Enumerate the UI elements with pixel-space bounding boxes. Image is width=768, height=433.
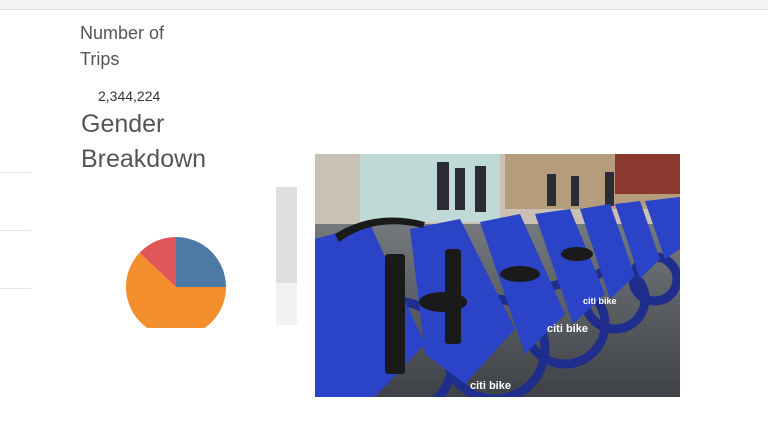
gender-pie-svg [126,237,226,328]
citibike-logo-text: citi bike [547,323,588,335]
pie-slice-0[interactable] [176,237,226,287]
number-of-trips-value: 2,344,224 [98,88,161,104]
gender-breakdown-title: Gender Breakdown [81,110,207,173]
left-panel-divider [0,230,31,231]
scrollbar-thumb[interactable] [276,187,297,283]
number-of-trips-label: Number of Trips [80,23,165,69]
vertical-scrollbar[interactable] [276,187,297,325]
bike-photo-illustration: citi bike citi bike citi bike [315,154,680,397]
citibike-logo-text: citi bike [583,296,617,306]
left-panel-divider [0,288,31,289]
citi-bike-photo: citi bike citi bike citi bike [315,154,680,397]
citibike-logo-text: citi bike [470,380,511,392]
gender-pie-chart[interactable] [125,236,227,328]
top-toolbar-strip [0,0,768,10]
left-panel-divider [0,172,31,173]
